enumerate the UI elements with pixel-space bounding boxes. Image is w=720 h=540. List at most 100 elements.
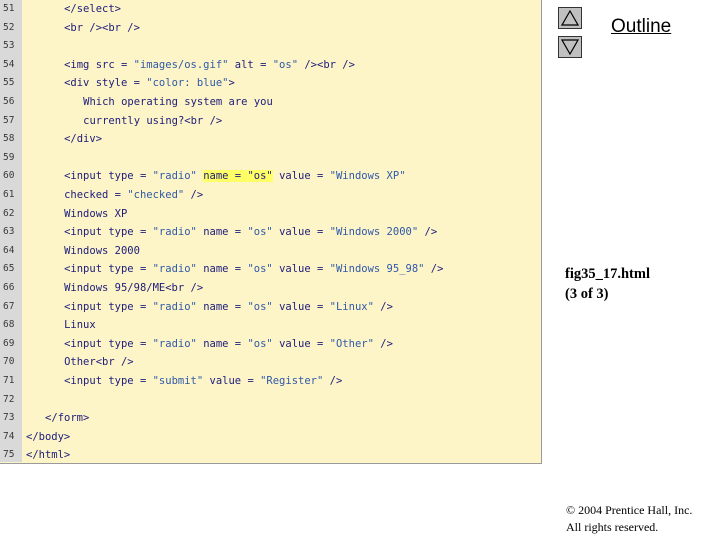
string-literal: "submit" <box>152 375 204 387</box>
code-text: Other<br /> <box>64 353 134 371</box>
line-number: 60 <box>3 170 15 182</box>
code-token: </div> <box>64 133 103 146</box>
code-text: <input type = "radio" name = "os" value … <box>64 167 406 185</box>
string-literal: "images/os.gif" <box>133 58 229 71</box>
code-token: </html> <box>26 449 71 462</box>
code-line: 63 <input type = "radio" name = "os" valu… <box>0 223 540 241</box>
code-token: Which operating system are you <box>83 96 273 108</box>
code-line: 64 Windows 2000 <box>0 242 540 260</box>
code-text: checked = "checked" /> <box>64 186 203 204</box>
string-literal: "radio" <box>152 263 197 276</box>
code-text: Linux <box>64 316 96 334</box>
triangle-down-icon <box>561 39 579 55</box>
code-line: 68 Linux <box>0 316 540 334</box>
code-token: name = <box>196 337 248 350</box>
code-token: Windows 2000 <box>64 244 140 257</box>
highlighted-code: name = "os" <box>203 170 273 183</box>
code-token: /><br /> <box>298 58 355 71</box>
line-number: 63 <box>3 226 15 238</box>
code-token: /> <box>323 375 343 387</box>
code-token: <br /><br /> <box>64 21 140 34</box>
code-token: Windows XP <box>64 207 128 220</box>
line-number: 52 <box>3 21 15 33</box>
code-line: 73 </form> <box>0 409 540 427</box>
code-token: </form> <box>45 412 90 425</box>
code-token: /> <box>418 226 438 239</box>
string-literal: "radio" <box>152 337 197 350</box>
triangle-up-icon <box>561 10 579 26</box>
code-line: 69 <input type = "radio" name = "os" valu… <box>0 335 540 353</box>
code-token: checked = <box>64 189 128 201</box>
code-text: Which operating system are you <box>83 93 273 111</box>
string-literal: "os" <box>247 226 273 239</box>
line-number: 55 <box>3 77 15 89</box>
code-token: /> <box>373 337 393 350</box>
code-line: 72 <box>0 391 540 409</box>
line-number: 70 <box>3 356 15 368</box>
line-number: 53 <box>3 40 15 52</box>
next-slide-button[interactable] <box>558 36 582 58</box>
code-text: Windows XP <box>64 205 127 223</box>
code-line: 71 <input type = "submit" value = "Regist… <box>0 372 540 390</box>
string-literal: "Register" <box>260 375 324 387</box>
rights-line: All rights reserved. <box>566 520 659 534</box>
code-line: 56 Which operating system are you <box>0 93 540 111</box>
code-line: 66 Windows 95/98/ME<br /> <box>0 279 540 297</box>
string-literal: "os" <box>247 300 273 313</box>
code-token: <input type = <box>64 300 153 313</box>
code-line: 70 Other<br /> <box>0 353 540 371</box>
code-token: <input type = <box>64 375 153 387</box>
outline-link[interactable]: Outline <box>611 16 671 38</box>
previous-slide-button[interactable] <box>558 7 582 29</box>
code-token: <img src = <box>64 58 134 71</box>
string-literal: "radio" <box>152 300 197 313</box>
code-line: 59 <box>0 149 540 167</box>
line-number: 58 <box>3 133 15 145</box>
code-text: Windows 2000 <box>64 242 140 260</box>
code-line: 51 </select> <box>0 0 540 18</box>
line-number: 73 <box>3 412 15 424</box>
code-line: 65 <input type = "radio" name = "os" valu… <box>0 260 540 278</box>
code-token: <input type = <box>64 263 153 276</box>
string-literal: "Other" <box>329 337 374 350</box>
code-line: 58 </div> <box>0 130 540 148</box>
line-number: 66 <box>3 282 15 293</box>
code-token: > <box>228 77 235 90</box>
code-token: value = <box>272 226 330 239</box>
line-number: 67 <box>3 300 15 312</box>
code-text: Windows 95/98/ME<br /> <box>64 279 203 297</box>
line-number: 56 <box>3 96 15 107</box>
line-number: 62 <box>3 207 15 219</box>
code-line: 74 </body> <box>0 428 540 446</box>
code-line: 52 <br /><br /> <box>0 19 540 37</box>
string-literal: "checked" <box>127 189 185 201</box>
code-text: <input type = "submit" value = "Register… <box>64 372 342 390</box>
code-token: value = <box>272 300 330 313</box>
code-text: <input type = "radio" name = "os" value … <box>64 260 443 278</box>
code-token: </select> <box>64 3 121 15</box>
code-text: <input type = "radio" name = "os" value … <box>64 223 437 241</box>
line-number: 59 <box>3 151 15 163</box>
code-line: 75 </html> <box>0 446 540 464</box>
line-number: 69 <box>3 337 15 349</box>
code-token: name = <box>196 300 248 313</box>
code-token: <div style = <box>64 77 147 90</box>
code-line: 61 checked = "checked" /> <box>0 186 540 204</box>
line-number: 68 <box>3 319 15 331</box>
line-number: 54 <box>3 58 15 70</box>
string-literal: "Linux" <box>329 300 374 313</box>
code-token: /> <box>424 263 444 276</box>
code-text: currently using?<br /> <box>83 112 222 130</box>
code-token: value = <box>272 337 330 350</box>
copyright-line: © 2004 Prentice Hall, Inc. <box>566 503 693 517</box>
code-token: Windows 95/98/ME<br /> <box>64 282 204 294</box>
figure-filename: fig35_17.html <box>565 266 650 282</box>
code-text: </html> <box>26 446 70 464</box>
string-literal: "os" <box>247 337 273 350</box>
code-token: currently using?<br /> <box>83 114 223 127</box>
code-token: Linux <box>64 319 96 332</box>
code-token: /> <box>184 189 204 201</box>
string-literal: "radio" <box>152 226 197 239</box>
string-literal: "Windows 2000" <box>329 226 419 239</box>
string-literal: "color: blue" <box>146 77 229 90</box>
